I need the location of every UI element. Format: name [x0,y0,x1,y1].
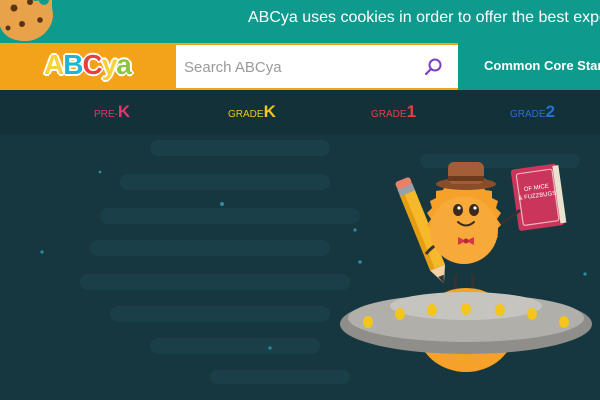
cookie-banner: ABCya uses cookies in order to offer the… [0,0,600,43]
hero-illustration: OF MICE & FUZZBUGS [40,140,592,384]
common-core-standards-link[interactable]: Common Core Standards [458,43,600,90]
logo-area: ABCya [0,43,176,90]
grade-nav: PRE-K GRADEK GRADE1 GRADE2 [0,90,600,134]
tab-prefix: PRE- [94,109,118,120]
tab-pre-k[interactable]: PRE-K [94,102,130,122]
hero-section: OF MICE & FUZZBUGS [0,134,600,400]
abcya-logo[interactable]: ABCya [43,48,133,81]
tab-grade: K [263,102,276,121]
book-icon: OF MICE & FUZZBUGS [510,163,567,231]
search-icon[interactable] [424,57,444,77]
tab-grade: 1 [406,102,417,121]
tab-prefix: GRADE [371,109,407,120]
tab-grade: 2 [545,102,556,121]
tab-grade-k[interactable]: GRADEK [228,102,276,122]
header: ABCya Common Core Standards [0,43,600,90]
common-core-label: Common Core Standards [484,58,600,73]
tab-prefix: GRADE [228,109,264,120]
search-input[interactable] [184,55,414,79]
logo-letter: a [115,48,132,81]
cookie-text: ABCya uses cookies in order to offer the… [248,9,600,26]
fuzzbug-character [427,162,501,264]
tab-prefix: GRADE [510,109,546,120]
logo-letter: A [43,48,65,81]
logo-letter: y [101,48,118,81]
tab-grade-2[interactable]: GRADE2 [510,102,555,122]
ufo-icon [340,288,592,372]
logo-letter: C [81,48,103,81]
tab-grade-1[interactable]: GRADE1 [371,102,416,122]
logo-letter: B [62,48,84,81]
search-box [176,43,458,90]
cookie-icon [0,0,53,42]
tab-grade: K [117,102,131,121]
